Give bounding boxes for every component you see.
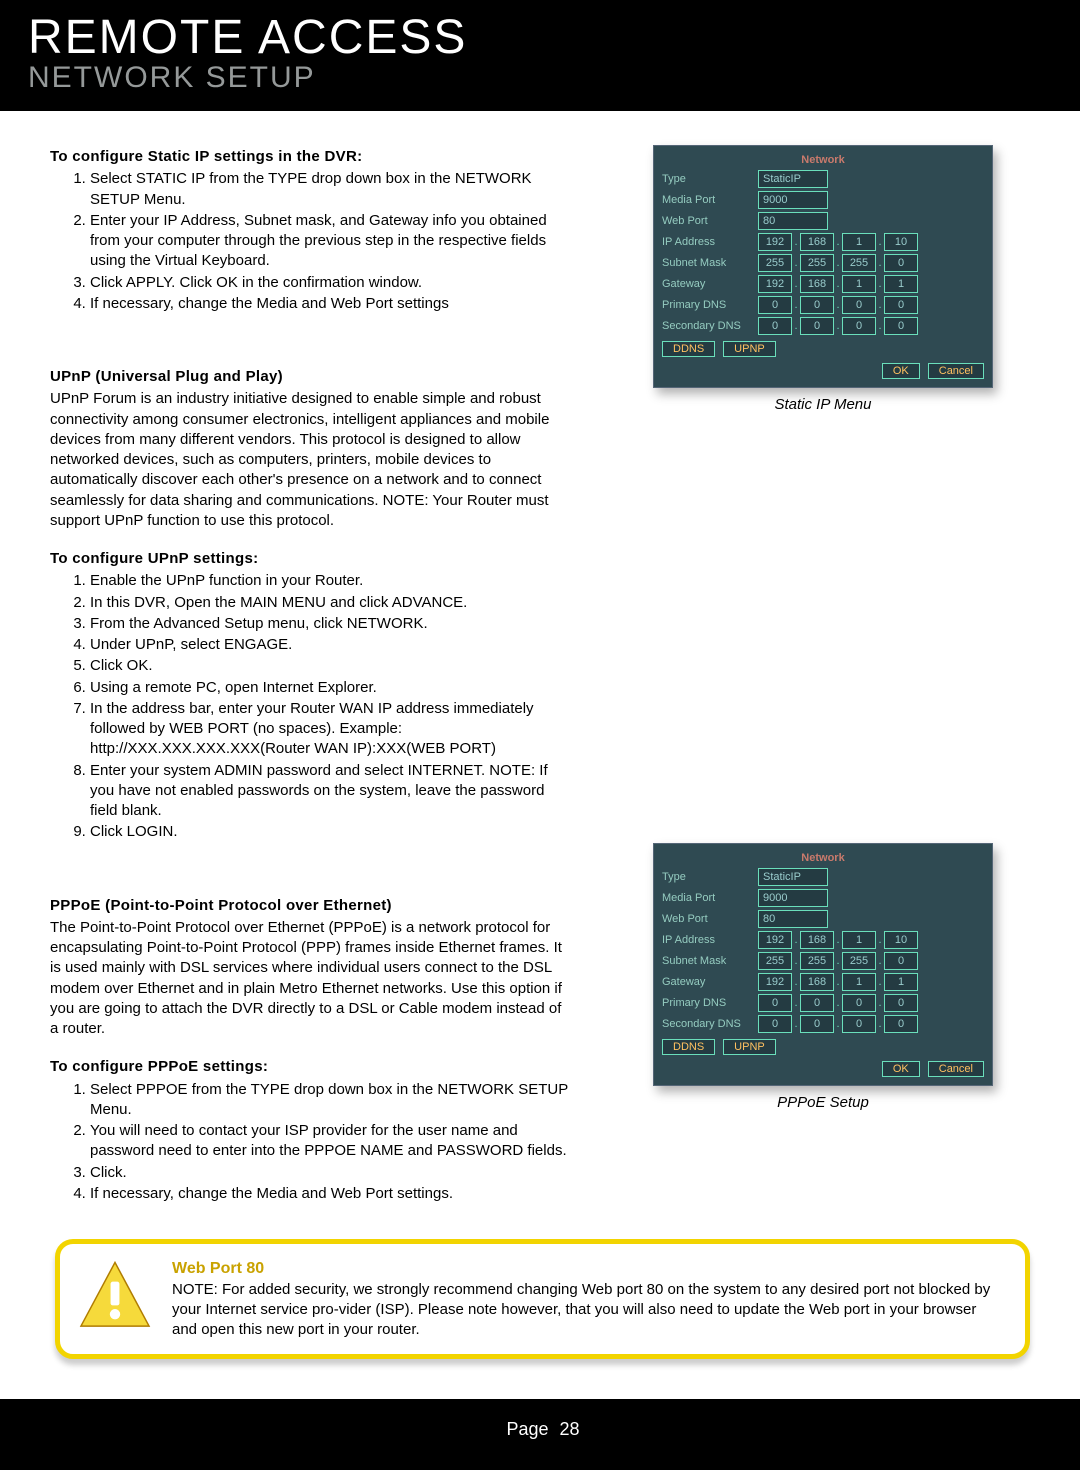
list-item: Select PPPOE from the TYPE drop down box… — [90, 1080, 570, 1121]
warning-icon — [78, 1258, 152, 1337]
list-item: Under UPnP, select ENGAGE. — [90, 635, 570, 655]
pppoe-config-title: To configure PPPoE settings: — [50, 1057, 570, 1077]
type-dropdown[interactable]: StaticIP — [758, 170, 828, 188]
secondary-dns-input[interactable]: 0.0.0.0 — [758, 1015, 918, 1033]
page-title: REMOTE ACCESS — [28, 10, 1052, 65]
list-item: In this DVR, Open the MAIN MENU and clic… — [90, 593, 570, 613]
list-item: Click OK. — [90, 656, 570, 676]
upnp-config-title: To configure UPnP settings: — [50, 549, 570, 569]
list-item: Using a remote PC, open Internet Explore… — [90, 678, 570, 698]
warning-callout: Web Port 80 NOTE: For added security, we… — [55, 1239, 1030, 1359]
list-item: Enter your IP Address, Subnet mask, and … — [90, 211, 570, 272]
callout-title: Web Port 80 — [172, 1258, 1003, 1280]
pppoe-menu-screenshot: Network TypeStaticIP Media Port9000 Web … — [653, 843, 993, 1086]
list-item: You will need to contact your ISP provid… — [90, 1121, 570, 1162]
gateway-input[interactable]: 192.168.1.1 — [758, 973, 918, 991]
list-item: If necessary, change the Media and Web P… — [90, 294, 570, 314]
figure-caption-static-ip: Static IP Menu — [596, 396, 1050, 413]
subnet-input[interactable]: 255.255.255.0 — [758, 254, 918, 272]
list-item: From the Advanced Setup menu, click NETW… — [90, 614, 570, 634]
footer-page-number: 28 — [560, 1419, 580, 1439]
secondary-dns-input[interactable]: 0.0.0.0 — [758, 317, 918, 335]
section-static-ip-title: To configure Static IP settings in the D… — [50, 147, 570, 167]
ddns-button[interactable]: DDNS — [662, 341, 715, 357]
static-ip-menu-screenshot: Network Type StaticIP Media Port 9000 Web … — [653, 145, 993, 388]
sdns-label: Secondary DNS — [662, 320, 750, 332]
left-column: To configure Static IP settings in the D… — [50, 135, 570, 1205]
cancel-button[interactable]: Cancel — [928, 363, 984, 379]
footer-label: Page — [506, 1419, 548, 1439]
ok-button[interactable]: OK — [882, 1061, 920, 1077]
dvr-window-title: Network — [662, 852, 984, 864]
dvr-window-title: Network — [662, 154, 984, 166]
upnp-button[interactable]: UPNP — [723, 341, 776, 357]
list-item: Enable the UPnP function in your Router. — [90, 571, 570, 591]
page-footer: Page 28 — [0, 1399, 1080, 1470]
list-item: Enter your system ADMIN password and sel… — [90, 761, 570, 822]
media-port-input[interactable]: 9000 — [758, 191, 828, 209]
upnp-paragraph: UPnP Forum is an industry initiative des… — [50, 389, 570, 531]
ddns-button[interactable]: DDNS — [662, 1039, 715, 1055]
list-item: If necessary, change the Media and Web P… — [90, 1184, 570, 1204]
page-header: REMOTE ACCESS NETWORK SETUP — [0, 0, 1080, 111]
list-item: Click. — [90, 1163, 570, 1183]
media-port-label: Media Port — [662, 194, 750, 206]
list-item: Click LOGIN. — [90, 822, 570, 842]
pppoe-paragraph: The Point-to-Point Protocol over Etherne… — [50, 918, 570, 1040]
list-item: Select STATIC IP from the TYPE drop down… — [90, 169, 570, 210]
list-item: In the address bar, enter your Router WA… — [90, 699, 570, 760]
section-upnp-title: UPnP (Universal Plug and Play) — [50, 367, 570, 387]
gateway-label: Gateway — [662, 278, 750, 290]
web-port-input[interactable]: 80 — [758, 910, 828, 928]
type-label: Type — [662, 173, 750, 185]
pdns-label: Primary DNS — [662, 299, 750, 311]
media-port-input[interactable]: 9000 — [758, 889, 828, 907]
cancel-button[interactable]: Cancel — [928, 1061, 984, 1077]
primary-dns-input[interactable]: 0.0.0.0 — [758, 296, 918, 314]
content-area: To configure Static IP settings in the D… — [0, 111, 1080, 1215]
static-ip-steps: Select STATIC IP from the TYPE drop down… — [90, 169, 570, 314]
ip-address-input[interactable]: 192.168.1.10 — [758, 931, 918, 949]
page-subtitle: NETWORK SETUP — [28, 61, 1052, 95]
type-dropdown[interactable]: StaticIP — [758, 868, 828, 886]
web-port-label: Web Port — [662, 215, 750, 227]
subnet-input[interactable]: 255.255.255.0 — [758, 952, 918, 970]
upnp-steps: Enable the UPnP function in your Router.… — [90, 571, 570, 842]
upnp-button[interactable]: UPNP — [723, 1039, 776, 1055]
ip-address-input[interactable]: 192.168.1.10 — [758, 233, 918, 251]
callout-body: NOTE: For added security, we strongly re… — [172, 1280, 1003, 1341]
right-column: Network Type StaticIP Media Port 9000 Web … — [596, 135, 1050, 1205]
list-item: Click APPLY. Click OK in the confirmatio… — [90, 273, 570, 293]
subnet-label: Subnet Mask — [662, 257, 750, 269]
primary-dns-input[interactable]: 0.0.0.0 — [758, 994, 918, 1012]
section-pppoe-title: PPPoE (Point-to-Point Protocol over Ethe… — [50, 896, 570, 916]
ip-label: IP Address — [662, 236, 750, 248]
ok-button[interactable]: OK — [882, 363, 920, 379]
pppoe-steps: Select PPPOE from the TYPE drop down box… — [90, 1080, 570, 1205]
figure-caption-pppoe: PPPoE Setup — [596, 1094, 1050, 1111]
web-port-input[interactable]: 80 — [758, 212, 828, 230]
gateway-input[interactable]: 192.168.1.1 — [758, 275, 918, 293]
